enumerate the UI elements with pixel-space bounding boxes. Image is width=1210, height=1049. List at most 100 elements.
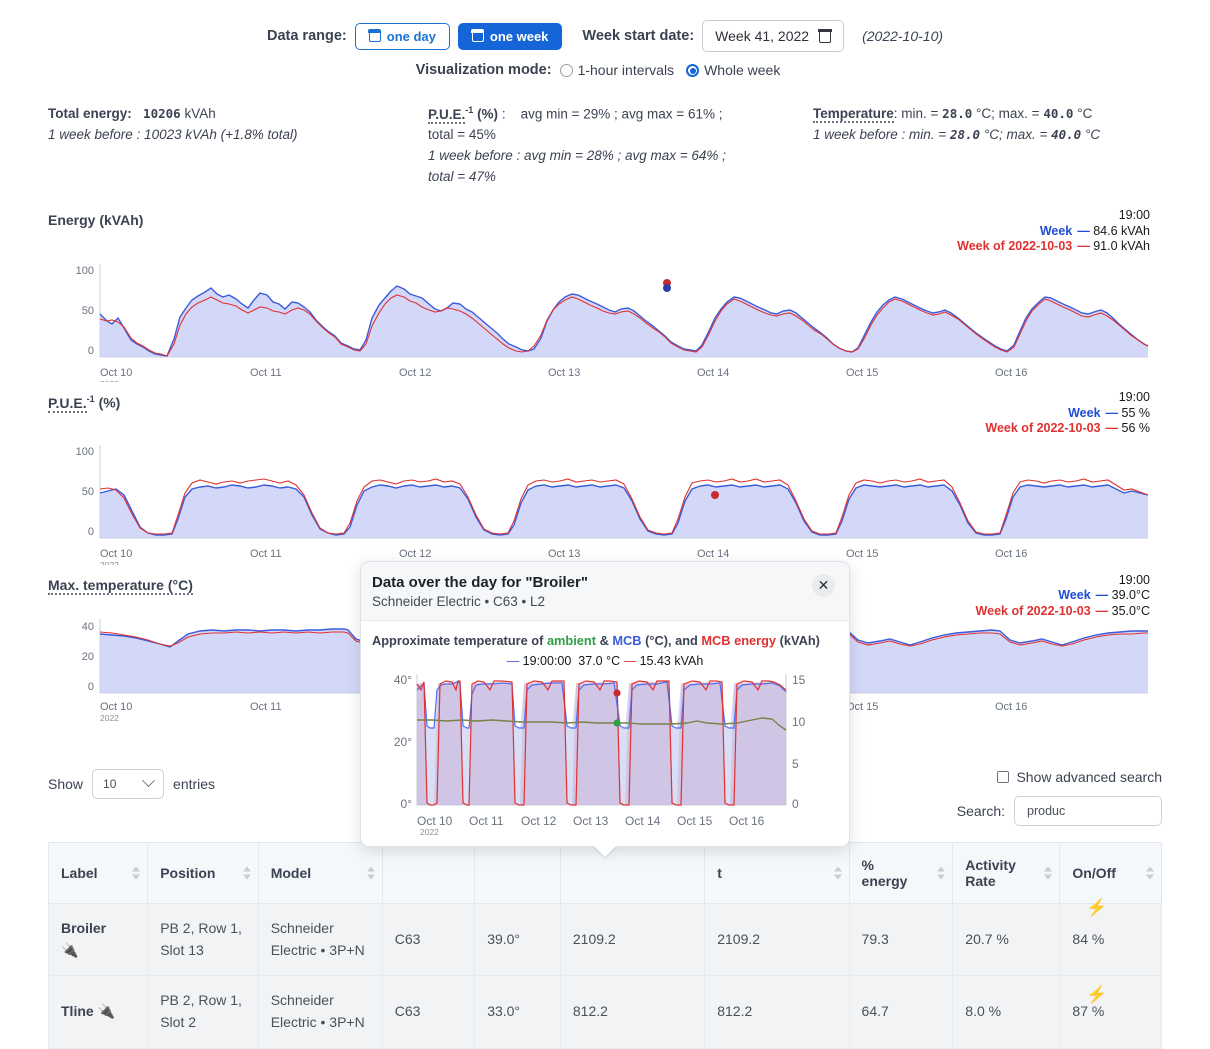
onoff-lightning-icon[interactable]: ⚡	[1086, 898, 1107, 918]
modal-subtitle: Schneider Electric • C63 • L2	[372, 593, 588, 610]
radio-option-week[interactable]: Whole week	[686, 62, 794, 78]
svg-text:50: 50	[82, 486, 94, 498]
legend-post: (kVAh)	[776, 633, 820, 648]
column-header-temperature[interactable]	[475, 842, 561, 903]
onoff-lightning-icon[interactable]: ⚡	[1086, 985, 1107, 1005]
column-header-label-text: Label	[61, 865, 98, 881]
column-header-current[interactable]: t	[705, 842, 849, 903]
svg-text:2022: 2022	[100, 713, 119, 723]
legend-amp: &	[596, 633, 612, 648]
show-label: Show	[48, 776, 83, 792]
visualization-mode-label: Visualization mode:	[416, 62, 552, 78]
column-header-current-text: t	[717, 865, 722, 881]
column-header-breaker[interactable]	[382, 842, 474, 903]
column-header-activity-rate[interactable]: Activity Rate	[953, 842, 1060, 903]
show-entries-control: Show 10 entries	[48, 769, 215, 799]
column-header-pct-energy[interactable]: % energy	[849, 842, 953, 903]
table-row[interactable]: Broiler 🔌 PB 2, Row 1, Slot 13 Schneider…	[49, 903, 1162, 975]
energy-svg: 100 50 0 Oct 10 2022 Oct 11 Oct 12 Oct 1…	[48, 232, 1162, 382]
modal-chart-legend: Approximate temperature of ambient & MCB…	[372, 633, 838, 648]
checkbox-icon[interactable]	[997, 771, 1009, 783]
svg-text:Oct 15: Oct 15	[846, 367, 878, 379]
one-week-button[interactable]: one week	[458, 23, 563, 50]
ambient-marker	[613, 720, 620, 727]
svg-text:0: 0	[792, 797, 799, 811]
svg-text:Oct 16: Oct 16	[995, 367, 1027, 379]
data-range-label: Data range:	[267, 28, 347, 44]
pue-line4: total = 47%	[428, 167, 813, 188]
week-start-date-input[interactable]: Week 41, 2022	[702, 20, 844, 52]
pue-line3: 1 week before : avg min = 28% ; avg max …	[428, 146, 813, 167]
sort-icon[interactable]	[132, 866, 140, 879]
chart-pue-title-main: P.U.E.	[48, 395, 87, 413]
summary-stats: Total energy: 10206 kVAh 1 week before :…	[0, 104, 1210, 188]
column-header-model-text: Model	[271, 865, 311, 881]
svg-text:Oct 10: Oct 10	[100, 701, 132, 713]
svg-text:0°: 0°	[401, 797, 413, 811]
svg-text:2022: 2022	[420, 827, 439, 837]
chart-pue-title-exp: -1	[87, 394, 95, 404]
readout-time: 19:00:00	[523, 654, 572, 668]
svg-text:Oct 13: Oct 13	[548, 548, 580, 560]
search-input[interactable]	[1014, 796, 1162, 826]
cell-current-value: 79.3	[849, 903, 953, 975]
stat-temperature: Temperature: min. = 28.0 °C; max. = 40.0…	[813, 104, 1162, 188]
column-header-position[interactable]: Position	[148, 842, 259, 903]
svg-text:Oct 16: Oct 16	[995, 548, 1027, 560]
chart-energy: Energy (kVAh) 19:00 Week — 84.6 kVAh Wee…	[0, 212, 1210, 382]
radio-icon[interactable]	[560, 64, 573, 77]
row-label-text: Broiler	[61, 920, 106, 936]
svg-text:Oct 10: Oct 10	[100, 367, 132, 379]
legend-mid: (°C), and	[642, 633, 702, 648]
svg-text:Oct 11: Oct 11	[250, 367, 282, 379]
search-row: Search:	[957, 796, 1162, 826]
cell-position: PB 2, Row 1, Slot 2	[148, 976, 259, 1048]
svg-text:0: 0	[88, 345, 94, 357]
cell-current-value: 64.7	[849, 976, 953, 1048]
svg-text:40°: 40°	[394, 673, 412, 687]
one-day-button[interactable]: one day	[355, 23, 450, 50]
chart-pue-plot[interactable]: 100 50 0 Oct 10 2022 Oct 11 Oct 12 Oct 1…	[48, 415, 1162, 565]
visualization-mode-row: Visualization mode: 1-hour intervals Who…	[0, 62, 1210, 78]
sort-icon[interactable]	[1146, 866, 1154, 879]
column-header-position-text: Position	[160, 865, 215, 881]
mcb-temp-area	[417, 684, 786, 805]
svg-text:15: 15	[792, 673, 806, 687]
chart-energy-plot[interactable]: 100 50 0 Oct 10 2022 Oct 11 Oct 12 Oct 1…	[48, 232, 1162, 382]
advanced-search-label: Show advanced search	[1016, 769, 1162, 785]
cell-model: Schneider Electric • 3P+N	[258, 903, 382, 975]
calendar-icon[interactable]	[819, 30, 831, 43]
cell-current: 812.2	[705, 976, 849, 1048]
table-row[interactable]: Tline 🔌 PB 2, Row 1, Slot 2 Schneider El…	[49, 976, 1162, 1048]
sort-icon[interactable]	[367, 866, 375, 879]
sort-icon[interactable]	[834, 866, 842, 879]
pue-line2: total = 45%	[428, 125, 813, 146]
cell-activity-rate: 84 %	[1060, 903, 1162, 975]
sort-icon[interactable]	[243, 866, 251, 879]
pue-label: P.U.E.	[428, 107, 465, 124]
radio-selected-icon[interactable]	[686, 64, 699, 77]
cell-activity-rate: 87 %	[1060, 976, 1162, 1048]
stat-energy: Total energy: 10206 kVAh 1 week before :…	[48, 104, 428, 188]
chart-pue: P.U.E.-1 (%) 19:00 Week — 55 % Week of 2…	[0, 394, 1210, 565]
sort-icon[interactable]	[1044, 866, 1052, 879]
svg-text:Oct 12: Oct 12	[399, 548, 431, 560]
temperature-post: °C	[1073, 106, 1092, 121]
sort-icon[interactable]	[937, 866, 945, 879]
one-week-label: one week	[490, 30, 549, 43]
column-header-energy[interactable]	[560, 842, 704, 903]
column-header-label[interactable]: Label	[49, 842, 148, 903]
legend-time: 19:00	[976, 573, 1150, 589]
close-icon[interactable]: ✕	[812, 574, 835, 597]
entries-select[interactable]: 10	[92, 769, 164, 799]
modal-chart-plot[interactable]: 40° 20° 0° 15 10 5 0	[372, 668, 838, 840]
radio-option-hour[interactable]: 1-hour intervals	[560, 62, 689, 78]
week-start-date-resolved: (2022-10-10)	[862, 28, 943, 44]
svg-text:Oct 16: Oct 16	[729, 814, 765, 828]
temperature-prev-max: 40.0	[1051, 127, 1081, 142]
advanced-search-toggle[interactable]: Show advanced search	[997, 769, 1162, 785]
svg-text:5: 5	[792, 757, 799, 771]
column-header-model[interactable]: Model	[258, 842, 382, 903]
temperature-pre: : min. =	[894, 106, 942, 121]
column-header-onoff[interactable]: On/Off	[1060, 842, 1162, 903]
